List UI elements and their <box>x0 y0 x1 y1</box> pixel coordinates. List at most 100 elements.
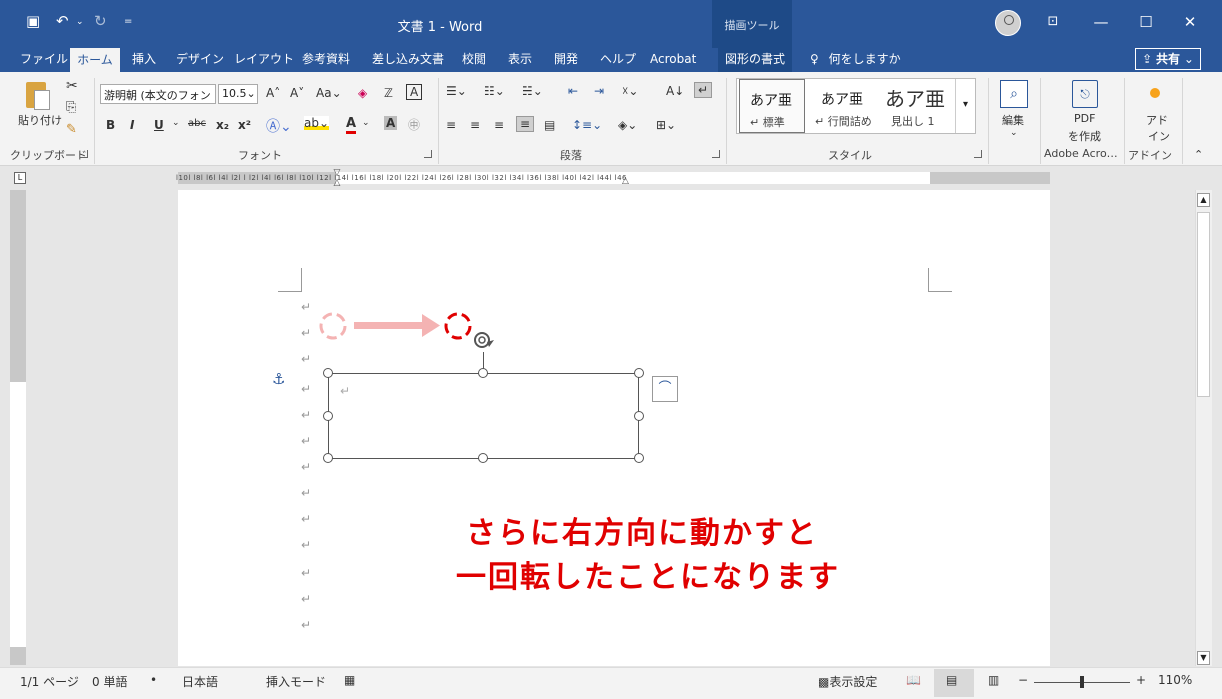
borders-icon[interactable]: ⊞⌄ <box>656 118 676 132</box>
asian-layout-icon[interactable]: ☓⌄ <box>622 84 638 98</box>
text-effects-icon[interactable]: Ⓐ⌄ <box>266 116 292 136</box>
web-layout-icon[interactable]: ▥ <box>988 673 999 687</box>
multilevel-list-icon[interactable]: ☵⌄ <box>522 84 543 98</box>
italic-button[interactable]: I <box>130 118 134 132</box>
underline-button[interactable]: U <box>154 118 164 132</box>
subscript-button[interactable]: x₂ <box>216 118 229 132</box>
tab-layout[interactable]: レイアウト <box>230 48 298 72</box>
customize-icon[interactable]: = <box>124 16 132 27</box>
style-normal[interactable]: あア亜 ↵ 標準 <box>739 79 805 133</box>
language-status[interactable]: 日本語 <box>182 673 218 690</box>
display-settings-button[interactable]: ▩表示設定 <box>818 673 877 690</box>
insert-mode-status[interactable]: 挿入モード <box>266 673 326 690</box>
enclose-characters-icon[interactable]: ㊥ <box>408 116 420 133</box>
tab-references[interactable]: 参考資料 <box>298 48 354 72</box>
undo-dropdown-icon[interactable]: ⌄ <box>76 17 84 27</box>
underline-dropdown-icon[interactable]: ⌄ <box>172 118 180 128</box>
addin-label-2[interactable]: イン <box>1148 128 1170 144</box>
resize-handle-top-right[interactable] <box>634 368 644 378</box>
paste-button[interactable] <box>22 76 52 110</box>
resize-handle-left[interactable] <box>323 411 333 421</box>
resize-handle-bottom-right[interactable] <box>634 453 644 463</box>
text-box-shape[interactable] <box>328 373 639 459</box>
addin-label[interactable]: アド <box>1146 112 1168 128</box>
resize-handle-bottom-left[interactable] <box>323 453 333 463</box>
scroll-up-icon[interactable]: ▲ <box>1197 193 1210 207</box>
character-border-icon[interactable]: A <box>406 84 423 100</box>
vertical-ruler[interactable] <box>10 190 26 665</box>
scrollbar-thumb[interactable] <box>1197 212 1210 397</box>
style-heading-1[interactable]: あア亜 見出し 1 <box>883 79 953 133</box>
tab-acrobat[interactable]: Acrobat <box>646 48 700 72</box>
tab-view[interactable]: 表示 <box>504 48 536 72</box>
find-icon[interactable]: ⌕ <box>1000 80 1028 108</box>
numbering-icon[interactable]: ☷⌄ <box>484 84 505 98</box>
styles-more-icon[interactable]: ▾ <box>955 79 975 133</box>
word-count[interactable]: 0 単語 <box>92 673 127 690</box>
font-name-select[interactable]: 游明朝 (本文のフォン <box>100 84 216 104</box>
clipboard-dialog-launcher[interactable] <box>80 150 88 158</box>
tab-selector-icon[interactable]: L <box>14 172 26 184</box>
copy-icon[interactable]: ⎘ <box>66 100 76 115</box>
tab-insert[interactable]: 挿入 <box>128 48 160 72</box>
change-case-button[interactable]: Aa⌄ <box>316 86 342 100</box>
distributed-icon[interactable]: ▤ <box>544 118 555 132</box>
editing-button[interactable]: 編集 <box>1002 112 1024 128</box>
grow-font-icon[interactable]: A˄ <box>266 86 280 100</box>
right-indent-marker-icon[interactable]: △ <box>622 176 630 186</box>
increase-indent-icon[interactable]: ⇥ <box>594 84 604 98</box>
justify-icon[interactable]: ≡ <box>516 116 535 132</box>
scroll-down-icon[interactable]: ▼ <box>1197 651 1210 665</box>
tab-help[interactable]: ヘルプ <box>596 48 640 72</box>
tell-me-search[interactable]: ♀ 何をしますか <box>806 48 905 72</box>
anchor-icon[interactable]: ⚓ <box>272 370 285 388</box>
ribbon-display-button[interactable]: ⊡ <box>1037 10 1069 34</box>
decrease-indent-icon[interactable]: ⇤ <box>568 84 578 98</box>
resize-handle-right[interactable] <box>634 411 644 421</box>
account-avatar[interactable] <box>995 10 1021 36</box>
font-size-select[interactable]: 10.5⌄ <box>218 84 258 104</box>
redo-icon[interactable]: ↻ <box>94 12 107 30</box>
zoom-out-icon[interactable]: − <box>1018 673 1028 687</box>
align-right-icon[interactable]: ≡ <box>494 118 504 132</box>
line-spacing-icon[interactable]: ↕≡⌄ <box>572 118 602 132</box>
zoom-level[interactable]: 110% <box>1158 673 1192 687</box>
pdf-label[interactable]: PDF <box>1074 112 1095 125</box>
strikethrough-button[interactable]: abc <box>188 118 206 129</box>
font-color-dropdown-icon[interactable]: ⌄ <box>362 118 370 128</box>
resize-handle-bottom[interactable] <box>478 453 488 463</box>
zoom-slider-thumb[interactable] <box>1080 676 1084 688</box>
clear-format-icon[interactable]: ◈ <box>358 86 367 100</box>
print-layout-icon[interactable]: ▤ <box>946 673 957 687</box>
style-no-spacing[interactable]: あア亜 ↵ 行間詰め <box>811 79 879 133</box>
tab-mailings[interactable]: 差し込み文書 <box>368 48 448 72</box>
tab-home[interactable]: ホーム <box>70 48 120 72</box>
superscript-button[interactable]: x² <box>238 118 251 132</box>
layout-options-icon[interactable]: ⌒ <box>652 376 678 402</box>
read-mode-icon[interactable]: 📖 <box>906 673 921 687</box>
paragraph-dialog-launcher[interactable] <box>712 150 720 158</box>
resize-handle-top[interactable] <box>478 368 488 378</box>
bullets-icon[interactable]: ☰⌄ <box>446 84 467 98</box>
character-shading-icon[interactable]: A <box>384 116 398 130</box>
pdf-create-icon[interactable]: ⎋ <box>1072 80 1098 108</box>
share-button[interactable]: ⇪ 共有 ⌄ <box>1135 48 1201 70</box>
save-icon[interactable]: ▣ <box>26 12 40 30</box>
paste-label[interactable]: 貼り付け <box>18 112 62 128</box>
tab-developer[interactable]: 開発 <box>550 48 582 72</box>
highlight-icon[interactable]: ab⌄ <box>304 116 330 130</box>
align-left-icon[interactable]: ≡ <box>446 118 456 132</box>
paragraph-shading-icon[interactable]: ◈⌄ <box>618 118 637 132</box>
show-paragraph-marks-icon[interactable]: ↵ <box>694 82 713 98</box>
tab-review[interactable]: 校閲 <box>458 48 490 72</box>
resize-handle-top-left[interactable] <box>323 368 333 378</box>
page-count[interactable]: 1/1 ページ <box>20 673 79 690</box>
tab-design[interactable]: デザイン <box>172 48 228 72</box>
macro-record-icon[interactable]: ▦ <box>344 673 355 687</box>
minimize-button[interactable]: — <box>1085 10 1117 34</box>
tab-shape-format[interactable]: 図形の書式 <box>718 48 792 72</box>
styles-dialog-launcher[interactable] <box>974 150 982 158</box>
zoom-in-icon[interactable]: + <box>1136 673 1146 687</box>
bold-button[interactable]: B <box>106 118 115 132</box>
pdf-create-label[interactable]: を作成 <box>1068 128 1101 144</box>
